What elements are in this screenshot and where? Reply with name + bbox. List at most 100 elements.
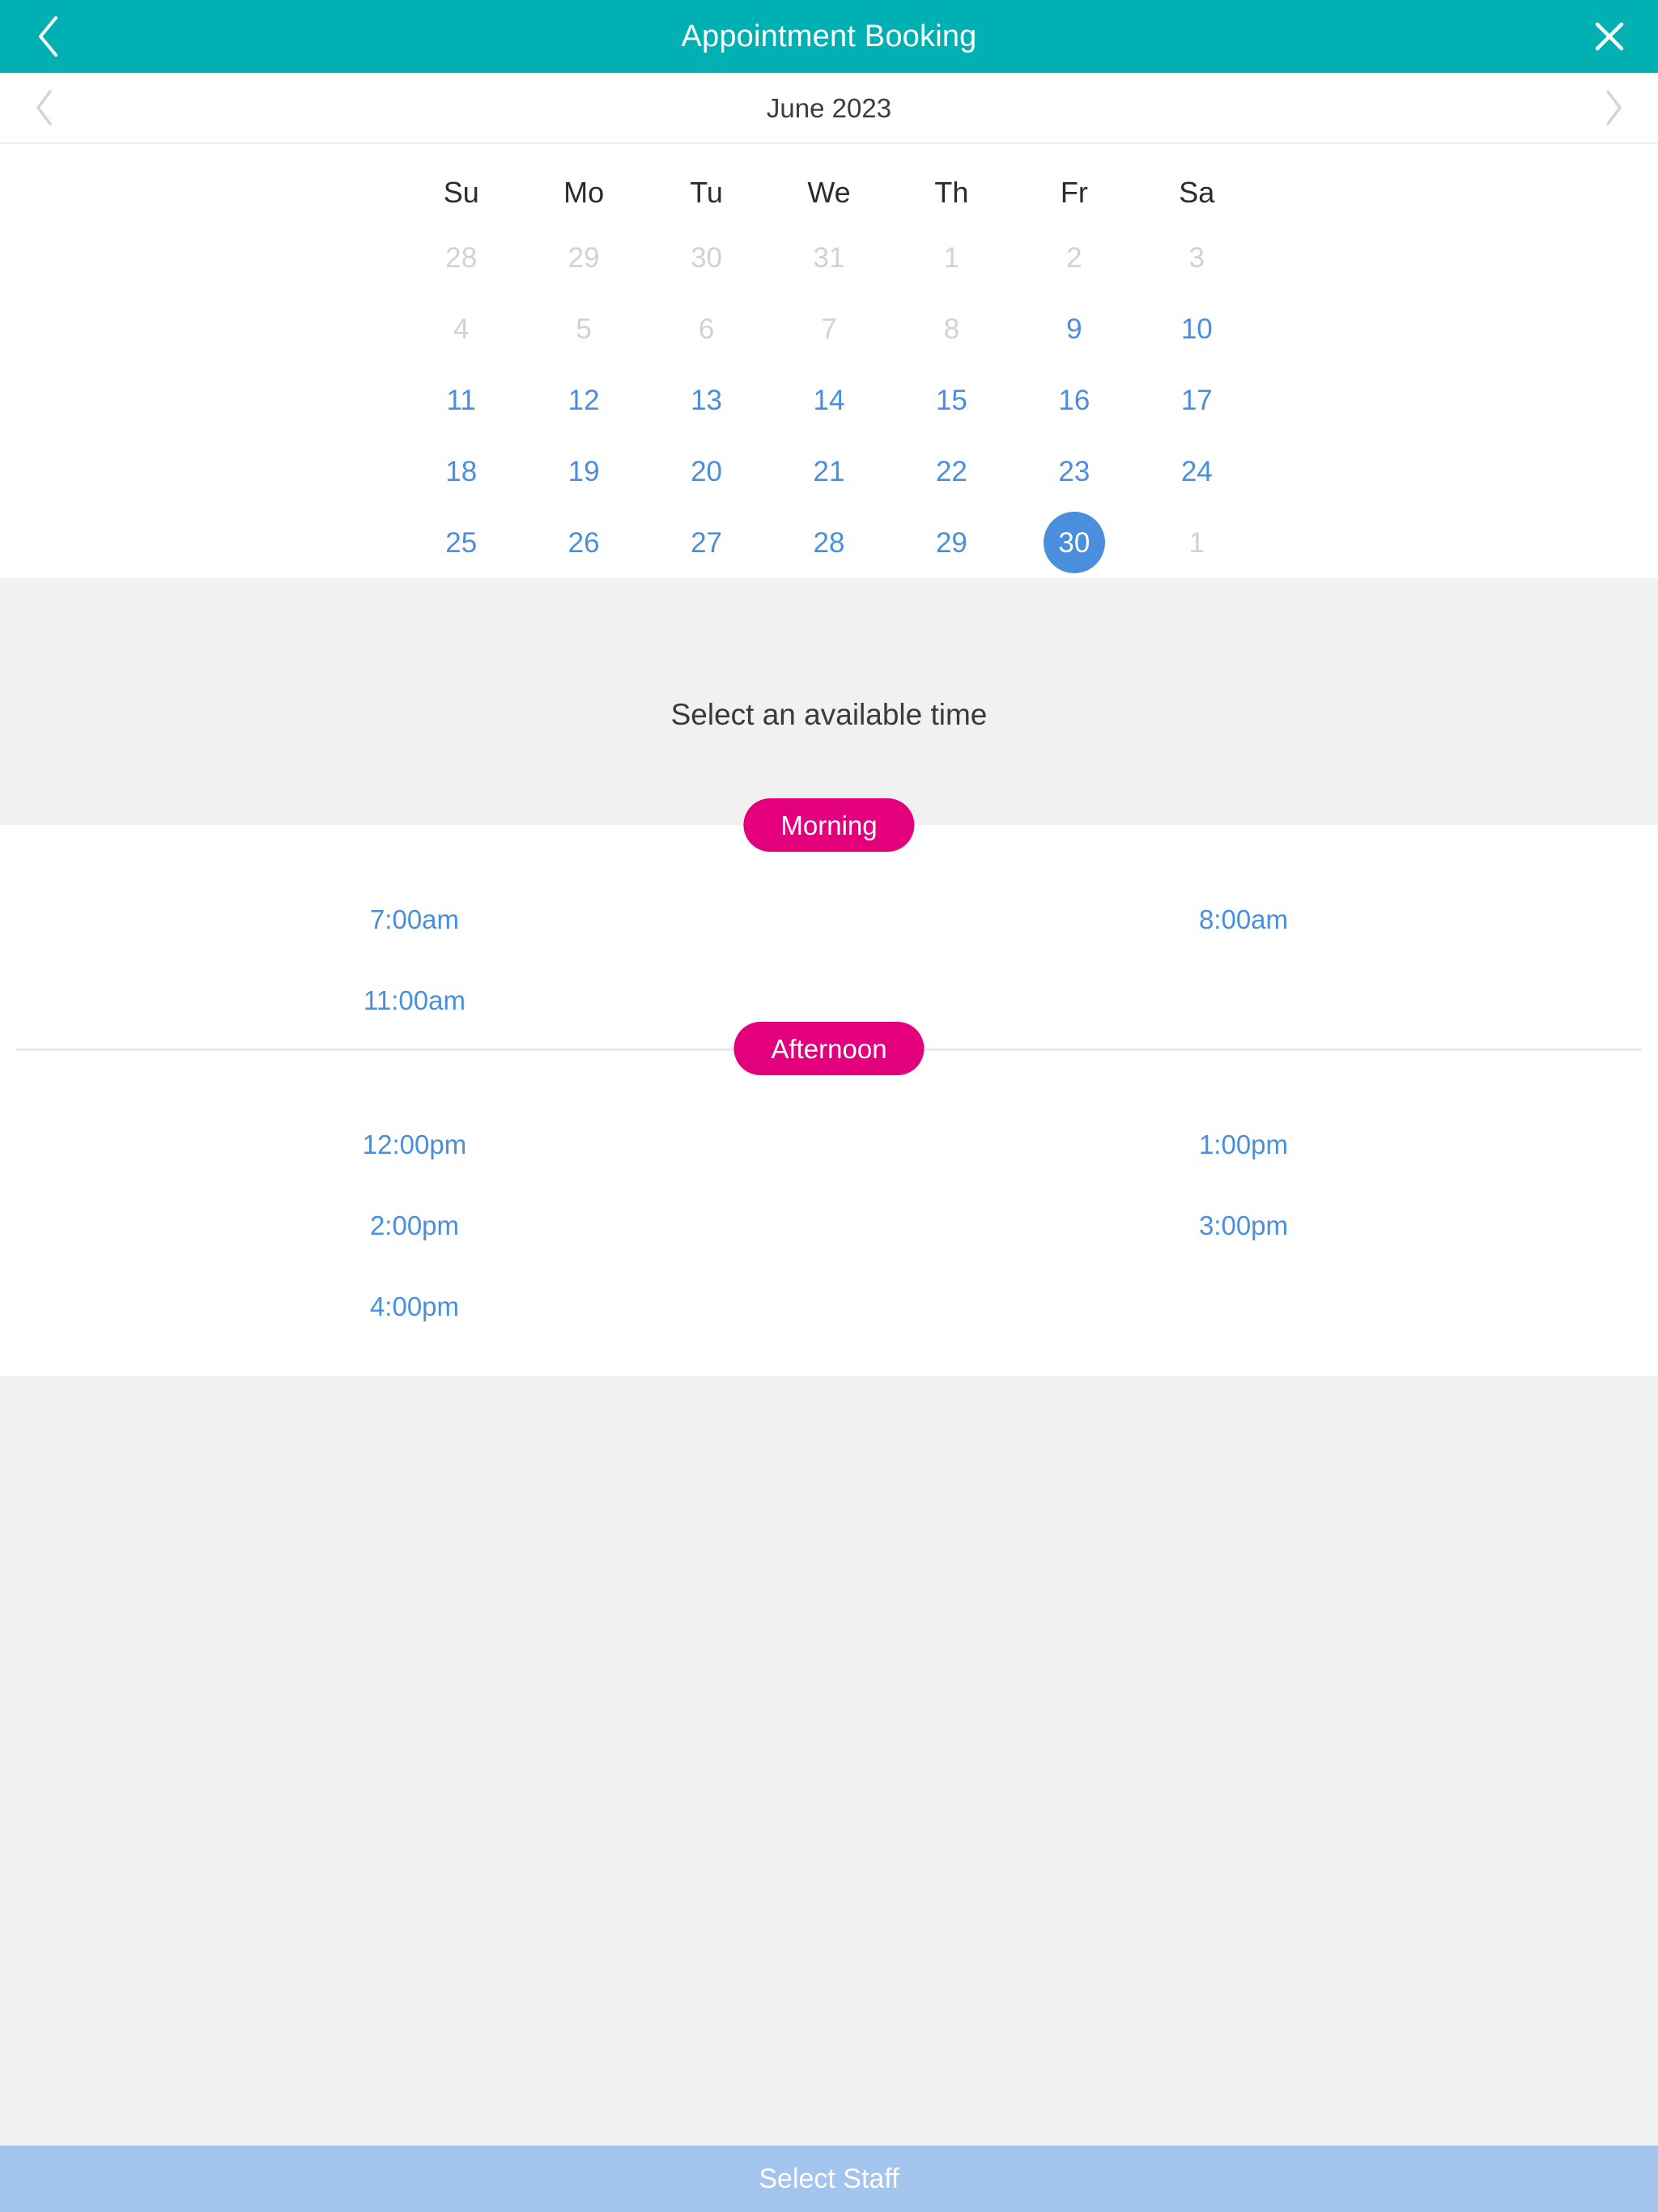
calendar-day: 7 bbox=[821, 313, 837, 345]
afternoon-pill[interactable]: Afternoon bbox=[733, 1022, 925, 1075]
time-slot[interactable]: 2:00pm bbox=[370, 1212, 459, 1239]
calendar-day[interactable]: 27 bbox=[676, 512, 738, 573]
chevron-left-icon bbox=[36, 90, 52, 125]
morning-pill[interactable]: Morning bbox=[743, 798, 915, 852]
afternoon-section: Afternoon 12:00pm 1:00pm 2:00pm 3:00pm 4:00p… bbox=[0, 1022, 1658, 1376]
time-slot[interactable]: 4:00pm bbox=[370, 1293, 459, 1320]
time-slot[interactable]: 11:00am bbox=[363, 987, 466, 1014]
calendar-day[interactable]: 15 bbox=[920, 369, 982, 431]
calendar-day[interactable]: 29 bbox=[920, 512, 982, 573]
calendar-day[interactable]: 24 bbox=[1166, 440, 1227, 502]
calendar-day[interactable]: 28 bbox=[798, 512, 860, 573]
calendar-day: 4 bbox=[453, 313, 470, 345]
close-button[interactable] bbox=[1561, 0, 1658, 73]
calendar-day[interactable]: 26 bbox=[553, 512, 614, 573]
calendar-day-cell: 17 bbox=[1136, 364, 1258, 436]
calendar-day-cell: 24 bbox=[1136, 436, 1258, 507]
calendar-day-cell: 5 bbox=[522, 293, 644, 364]
calendar-day-cell: 12 bbox=[522, 364, 644, 436]
time-slot[interactable]: 8:00am bbox=[1199, 906, 1288, 933]
calendar-day-cell: 28 bbox=[767, 507, 890, 578]
next-month-button[interactable] bbox=[1569, 73, 1658, 143]
calendar-day: 29 bbox=[568, 241, 600, 274]
calendar-day-cell: 14 bbox=[767, 364, 890, 436]
calendar-day-cell: 29 bbox=[891, 507, 1013, 578]
calendar-day[interactable]: 12 bbox=[553, 369, 614, 431]
calendar-day: 6 bbox=[698, 313, 715, 345]
calendar-day-cell: 2 bbox=[1013, 222, 1135, 293]
calendar-day[interactable]: 14 bbox=[798, 369, 860, 431]
page-filler bbox=[0, 1376, 1658, 2146]
select-staff-label: Select Staff bbox=[759, 2163, 899, 2194]
calendar-week-row: 11 12 13 14 15 16 17 bbox=[400, 364, 1258, 436]
calendar-day: 28 bbox=[445, 241, 478, 274]
page-title: Appointment Booking bbox=[681, 19, 977, 53]
calendar-day-cell: 23 bbox=[1013, 436, 1135, 507]
calendar-day[interactable]: 22 bbox=[920, 440, 982, 502]
weekday-header: Tu bbox=[690, 176, 723, 209]
calendar-day[interactable]: 19 bbox=[553, 440, 614, 502]
calendar-day-cell: 15 bbox=[891, 364, 1013, 436]
weekday-header: Mo bbox=[563, 176, 605, 209]
afternoon-slot-list: 12:00pm 1:00pm 2:00pm 3:00pm 4:00pm bbox=[0, 1049, 1658, 1346]
calendar-day-cell: 9 bbox=[1013, 293, 1135, 364]
time-slot[interactable]: 3:00pm bbox=[1199, 1212, 1288, 1239]
calendar-day-cell: 30 bbox=[645, 222, 767, 293]
weekday-header: Sa bbox=[1179, 176, 1215, 209]
back-button[interactable] bbox=[0, 0, 97, 73]
weekday-header: Su bbox=[443, 176, 479, 209]
calendar-day: 1 bbox=[1188, 526, 1205, 559]
calendar-day[interactable]: 25 bbox=[431, 512, 492, 573]
time-slot-row: 4:00pm bbox=[0, 1266, 1658, 1346]
calendar-day[interactable]: 18 bbox=[431, 440, 492, 502]
calendar-day[interactable]: 9 bbox=[1044, 298, 1105, 359]
calendar-day: 1 bbox=[943, 241, 960, 274]
calendar-day: 30 bbox=[691, 241, 723, 274]
calendar-weekday-row: Su Mo Tu We Th Fr Sa bbox=[400, 164, 1258, 222]
previous-month-button[interactable] bbox=[0, 73, 89, 143]
calendar-day-cell: 6 bbox=[645, 293, 767, 364]
calendar-grid: 28 29 30 31 1 2 3 4 5 6 7 8 9 10 11 12 13 14 15 16 17 18 19 20 2… bbox=[0, 222, 1658, 578]
morning-slot-list: 7:00am 8:00am 11:00am bbox=[0, 878, 1658, 1040]
calendar-day[interactable]: 20 bbox=[676, 440, 738, 502]
calendar-day: 2 bbox=[1066, 241, 1082, 274]
time-slot-row: 2:00pm 3:00pm bbox=[0, 1185, 1658, 1266]
time-slot[interactable]: 7:00am bbox=[370, 906, 459, 933]
weekday-header: We bbox=[807, 176, 851, 209]
calendar-day-cell: 21 bbox=[767, 436, 890, 507]
calendar-day-cell: 25 bbox=[400, 507, 522, 578]
morning-section: Morning 7:00am 8:00am 11:00am bbox=[0, 798, 1658, 1049]
calendar-day[interactable]: 17 bbox=[1166, 369, 1227, 431]
calendar-day-cell: 1 bbox=[1136, 507, 1258, 578]
time-heading-band: Select an available time bbox=[0, 578, 1658, 825]
calendar-day-cell: 4 bbox=[400, 293, 522, 364]
calendar-day: 8 bbox=[943, 313, 960, 345]
calendar-day[interactable]: 21 bbox=[798, 440, 860, 502]
calendar-day-cell: 22 bbox=[891, 436, 1013, 507]
calendar-day-cell: 26 bbox=[522, 507, 644, 578]
weekday-header: Fr bbox=[1060, 176, 1088, 209]
calendar-day-selected[interactable]: 30 bbox=[1043, 512, 1105, 573]
calendar-day[interactable]: 23 bbox=[1044, 440, 1105, 502]
calendar-day-cell: 31 bbox=[767, 222, 890, 293]
calendar-day-cell: 13 bbox=[645, 364, 767, 436]
calendar-day[interactable]: 13 bbox=[676, 369, 738, 431]
chevron-right-icon bbox=[1606, 90, 1622, 125]
time-slot[interactable]: 12:00pm bbox=[363, 1131, 466, 1158]
calendar-day[interactable]: 16 bbox=[1044, 369, 1105, 431]
calendar-day[interactable]: 11 bbox=[431, 369, 492, 431]
calendar-week-row: 18 19 20 21 22 23 24 bbox=[400, 436, 1258, 507]
calendar-week-row: 25 26 27 28 29 30 1 bbox=[400, 507, 1258, 578]
weekday-header: Th bbox=[934, 176, 969, 209]
appointment-booking-screen: Appointment Booking June 2023 Su Mo Tu We Th… bbox=[0, 0, 1658, 2212]
time-section-heading: Select an available time bbox=[670, 698, 988, 731]
calendar-day-cell: 18 bbox=[400, 436, 522, 507]
calendar-day-cell: 1 bbox=[891, 222, 1013, 293]
calendar-day-cell: 19 bbox=[522, 436, 644, 507]
calendar-day[interactable]: 10 bbox=[1166, 298, 1227, 359]
select-staff-button[interactable]: Select Staff bbox=[0, 2146, 1658, 2212]
calendar-day-cell: 10 bbox=[1136, 293, 1258, 364]
time-slot[interactable]: 1:00pm bbox=[1199, 1131, 1288, 1158]
title-bar: Appointment Booking bbox=[0, 0, 1658, 73]
chevron-left-icon bbox=[39, 16, 57, 57]
